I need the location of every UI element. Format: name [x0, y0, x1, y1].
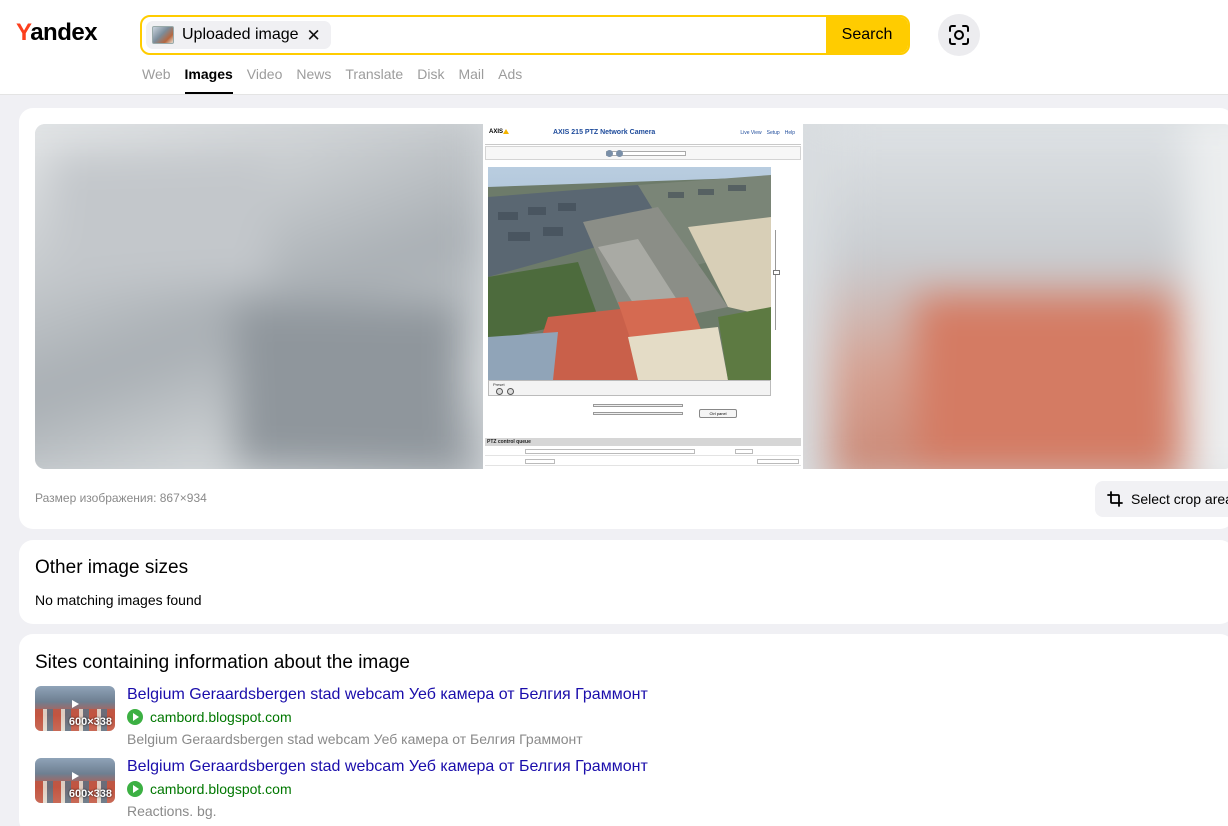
nav-tab-video[interactable]: Video	[247, 66, 283, 94]
other-sizes-title: Other image sizes	[35, 557, 189, 578]
uploaded-image-chip[interactable]: Uploaded image ✕	[146, 21, 331, 49]
camera-view	[488, 167, 771, 380]
site-description: Reactions. bg.	[127, 803, 217, 819]
logo-text: andex	[30, 19, 98, 46]
site-title-link[interactable]: Belgium Geraardsbergen stad webcam Уеб к…	[127, 758, 648, 776]
sites-card: Sites containing information about the i…	[19, 634, 1228, 826]
lens-search-button[interactable]	[938, 14, 980, 56]
site-host-link[interactable]: cambord.blogspot.com	[127, 781, 292, 797]
thumbnail-size: 600×338	[68, 716, 112, 728]
image-preview[interactable]: AXIS AXIS 215 PTZ Network Camera Live Vi…	[35, 124, 1228, 469]
site-result: 600×338 Belgium Geraardsbergen stad webc…	[35, 686, 935, 748]
camera-menu-item: Setup	[766, 130, 780, 136]
ctrl-panel-button: Ctrl panel	[699, 409, 737, 418]
pan-focus-controls	[593, 402, 683, 416]
header: Yandex Uploaded image ✕ Search Web Images…	[0, 0, 1228, 95]
ptz-row	[485, 447, 801, 456]
camera-menu-item: Live View	[740, 130, 762, 136]
camera-toolbar	[485, 146, 801, 160]
site-title-link[interactable]: Belgium Geraardsbergen stad webcam Уеб к…	[127, 686, 648, 704]
nav-tab-images[interactable]: Images	[184, 66, 233, 94]
service-nav: Web Images Video News Translate Disk Mail Ads	[142, 66, 522, 94]
crop-icon	[1107, 491, 1123, 507]
preset-panel: Preset	[488, 380, 771, 396]
nav-tab-web[interactable]: Web	[142, 66, 171, 94]
play-icon	[72, 700, 79, 708]
ptz-row	[485, 457, 801, 466]
nav-tab-ads[interactable]: Ads	[498, 66, 522, 94]
zoom-slider	[773, 230, 781, 330]
nav-tab-disk[interactable]: Disk	[417, 66, 444, 94]
site-description: Belgium Geraardsbergen stad webcam Уеб к…	[127, 731, 583, 747]
crop-label: Select crop area	[1131, 491, 1228, 507]
site-host: cambord.blogspot.com	[150, 709, 292, 725]
axis-logo: AXIS	[489, 129, 510, 135]
uploaded-image: AXIS AXIS 215 PTZ Network Camera Live Vi…	[483, 124, 803, 469]
nav-tab-translate[interactable]: Translate	[345, 66, 403, 94]
thumbnail-size: 600×338	[68, 788, 112, 800]
camera-page-title: AXIS 215 PTZ Network Camera	[553, 129, 656, 136]
close-icon[interactable]: ✕	[307, 27, 321, 44]
other-sizes-card: Other image sizes No matching images fou…	[19, 540, 1228, 624]
search-button[interactable]: Search	[826, 17, 908, 53]
camera-menu-item: Help	[784, 130, 795, 136]
uploaded-image-thumbnail	[152, 26, 174, 44]
yandex-logo[interactable]: Yandex	[16, 19, 98, 47]
chip-label: Uploaded image	[182, 26, 299, 43]
nav-tab-news[interactable]: News	[296, 66, 331, 94]
play-favicon-icon	[127, 781, 143, 797]
site-thumbnail[interactable]: 600×338	[35, 686, 115, 731]
preset-tab: Preset	[493, 382, 505, 387]
ptz-queue-header: PTZ control queue	[485, 438, 801, 446]
image-preview-card: AXIS AXIS 215 PTZ Network Camera Live Vi…	[19, 108, 1228, 529]
lens-search-icon	[949, 25, 969, 45]
site-thumbnail[interactable]: 600×338	[35, 758, 115, 803]
play-favicon-icon	[127, 709, 143, 725]
sites-title: Sites containing information about the i…	[35, 652, 410, 673]
camera-page-menu: Live View Setup Help	[740, 130, 795, 136]
site-result: 600×338 Belgium Geraardsbergen stad webc…	[35, 758, 935, 820]
image-size-label: Размер изображения: 867×934	[35, 491, 207, 505]
search-box[interactable]: Uploaded image ✕ Search	[140, 15, 910, 55]
nav-tab-mail[interactable]: Mail	[458, 66, 484, 94]
play-icon	[72, 772, 79, 780]
site-host: cambord.blogspot.com	[150, 781, 292, 797]
logo-letter-y: Y	[16, 19, 31, 46]
select-crop-button[interactable]: Select crop area	[1095, 481, 1228, 517]
other-sizes-note: No matching images found	[35, 592, 202, 608]
site-host-link[interactable]: cambord.blogspot.com	[127, 709, 292, 725]
